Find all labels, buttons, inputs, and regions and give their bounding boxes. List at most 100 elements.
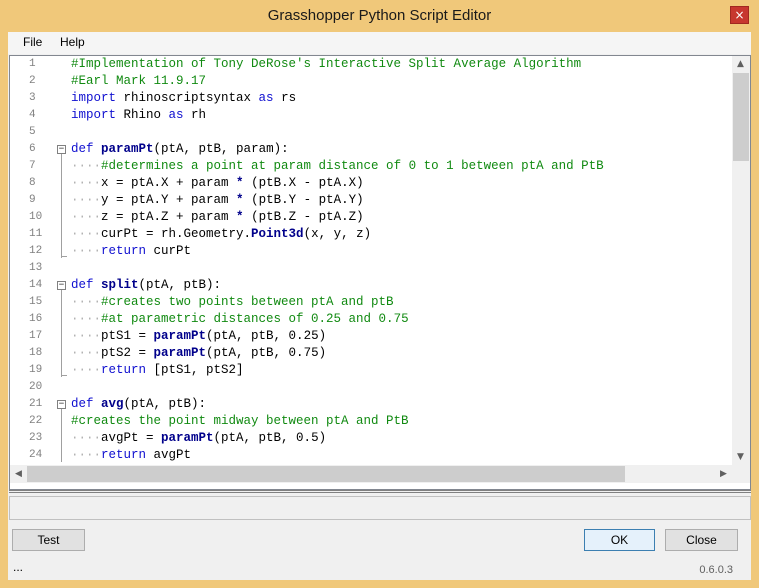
code-line[interactable]: 12 ····return curPt [10, 243, 732, 260]
code-line[interactable]: 22 #creates the point midway between ptA … [10, 413, 732, 430]
fold-toggle-icon[interactable]: − [57, 145, 66, 154]
code-text: ····avgPt = paramPt(ptA, ptB, 0.5) [71, 431, 327, 445]
code-text: ····x = ptA.X + param * (ptB.X - ptA.X) [71, 176, 364, 190]
fold-guide [61, 290, 62, 377]
code-text: def avg(ptA, ptB): [71, 397, 207, 411]
line-number: 20 [29, 381, 43, 393]
code-text: import Rhino as rh [71, 108, 207, 122]
scroll-up-icon[interactable]: ▲ [732, 56, 749, 72]
code-line[interactable]: 7 ····#determines a point at param distan… [10, 158, 732, 175]
status-bar: ... 0.6.0.3 [8, 556, 751, 580]
line-number: 13 [29, 262, 43, 274]
close-button[interactable]: Close [665, 529, 738, 551]
code-text: ····#determines a point at param distanc… [71, 159, 604, 173]
line-number: 22 [29, 415, 43, 427]
code-line[interactable]: 21 − def avg(ptA, ptB): [10, 396, 732, 413]
code-line[interactable]: 6 − def paramPt(ptA, ptB, param): [10, 141, 732, 158]
code-text: ····#creates two points between ptA and … [71, 295, 394, 309]
code-line[interactable]: 8 ····x = ptA.X + param * (ptB.X - ptA.X) [10, 175, 732, 192]
scroll-corner [732, 465, 750, 483]
line-number: 17 [29, 330, 43, 342]
code-line[interactable]: 20 [10, 379, 732, 396]
code-text: import rhinoscriptsyntax as rs [71, 91, 297, 105]
test-button[interactable]: Test [12, 529, 85, 551]
fold-guide [61, 409, 62, 462]
line-number: 14 [29, 279, 43, 291]
menu-bar: File Help [8, 32, 751, 54]
line-number: 15 [29, 296, 43, 308]
status-text: ... [13, 560, 24, 574]
line-number: 1 [29, 58, 36, 70]
code-text: def paramPt(ptA, ptB, param): [71, 142, 289, 156]
vertical-scroll-thumb[interactable] [733, 73, 749, 161]
ok-button[interactable]: OK [584, 529, 655, 551]
fold-end-marker [61, 375, 67, 376]
code-text: def split(ptA, ptB): [71, 278, 222, 292]
client-area: File Help 1 #Implementation of Tony DeRos… [8, 32, 751, 580]
code-text: ····return curPt [71, 244, 192, 258]
code-text: ····curPt = rh.Geometry.Point3d(x, y, z) [71, 227, 372, 241]
code-text: ····z = ptA.Z + param * (ptB.Z - ptA.Z) [71, 210, 364, 224]
code-text: #Earl Mark 11.9.17 [71, 74, 207, 88]
line-number: 23 [29, 432, 43, 444]
code-text: #Implementation of Tony DeRose's Interac… [71, 57, 582, 71]
line-number: 5 [29, 126, 36, 138]
code-line[interactable]: 19 ····return [ptS1, ptS2] [10, 362, 732, 379]
scroll-right-icon[interactable]: ▶ [715, 466, 732, 482]
code-line[interactable]: 11 ····curPt = rh.Geometry.Point3d(x, y, … [10, 226, 732, 243]
code-text: ····ptS2 = paramPt(ptA, ptB, 0.75) [71, 346, 327, 360]
line-number: 19 [29, 364, 43, 376]
scroll-down-icon[interactable]: ▼ [732, 449, 749, 465]
code-line[interactable]: 5 [10, 124, 732, 141]
menu-file[interactable]: File [23, 35, 42, 49]
code-line[interactable]: 18 ····ptS2 = paramPt(ptA, ptB, 0.75) [10, 345, 732, 362]
code-line[interactable]: 17 ····ptS1 = paramPt(ptA, ptB, 0.25) [10, 328, 732, 345]
line-number: 12 [29, 245, 43, 257]
horizontal-scroll-thumb[interactable] [27, 466, 625, 482]
line-number: 6 [29, 143, 36, 155]
code-line[interactable]: 14 − def split(ptA, ptB): [10, 277, 732, 294]
line-number: 4 [29, 109, 36, 121]
output-panel[interactable] [9, 496, 751, 520]
script-editor-window: Grasshopper Python Script Editor × File … [0, 0, 759, 588]
fold-end-marker [61, 256, 67, 257]
code-area[interactable]: 1 #Implementation of Tony DeRose's Intera… [10, 56, 732, 465]
code-line[interactable]: 9 ····y = ptA.Y + param * (ptB.Y - ptA.Y) [10, 192, 732, 209]
code-text: ····ptS1 = paramPt(ptA, ptB, 0.25) [71, 329, 327, 343]
vertical-scrollbar[interactable]: ▲ ▼ [732, 56, 750, 465]
line-number: 3 [29, 92, 36, 104]
code-line[interactable]: 1 #Implementation of Tony DeRose's Intera… [10, 56, 732, 73]
line-number: 8 [29, 177, 36, 189]
line-number: 2 [29, 75, 36, 87]
scroll-left-icon[interactable]: ◀ [10, 466, 27, 482]
line-number: 10 [29, 211, 43, 223]
code-line[interactable]: 10 ····z = ptA.Z + param * (ptB.Z - ptA.Z… [10, 209, 732, 226]
code-line[interactable]: 16 ····#at parametric distances of 0.25 a… [10, 311, 732, 328]
fold-guide [61, 154, 62, 258]
code-text: #creates the point midway between ptA an… [71, 414, 409, 428]
line-number: 11 [29, 228, 43, 240]
line-number: 16 [29, 313, 43, 325]
fold-toggle-icon[interactable]: − [57, 281, 66, 290]
code-line[interactable]: 3 import rhinoscriptsyntax as rs [10, 90, 732, 107]
code-line[interactable]: 4 import Rhino as rh [10, 107, 732, 124]
window-close-button[interactable]: × [730, 6, 749, 24]
line-number: 21 [29, 398, 43, 410]
code-line[interactable]: 13 [10, 260, 732, 277]
code-text: ····y = ptA.Y + param * (ptB.Y - ptA.Y) [71, 193, 364, 207]
fold-toggle-icon[interactable]: − [57, 400, 66, 409]
code-line[interactable]: 15 ····#creates two points between ptA an… [10, 294, 732, 311]
code-editor[interactable]: 1 #Implementation of Tony DeRose's Intera… [9, 55, 751, 490]
line-number: 9 [29, 194, 36, 206]
line-number: 24 [29, 449, 43, 461]
code-line[interactable]: 2 #Earl Mark 11.9.17 [10, 73, 732, 90]
window-title: Grasshopper Python Script Editor [267, 7, 492, 24]
menu-help[interactable]: Help [60, 35, 85, 49]
version-label: 0.6.0.3 [699, 564, 733, 576]
code-line[interactable]: 24 ····return avgPt [10, 447, 732, 464]
line-number: 18 [29, 347, 43, 359]
code-line[interactable]: 23 ····avgPt = paramPt(ptA, ptB, 0.5) [10, 430, 732, 447]
title-bar[interactable]: Grasshopper Python Script Editor × [0, 0, 759, 32]
line-number: 7 [29, 160, 36, 172]
horizontal-scrollbar[interactable]: ◀ ▶ [10, 465, 732, 483]
